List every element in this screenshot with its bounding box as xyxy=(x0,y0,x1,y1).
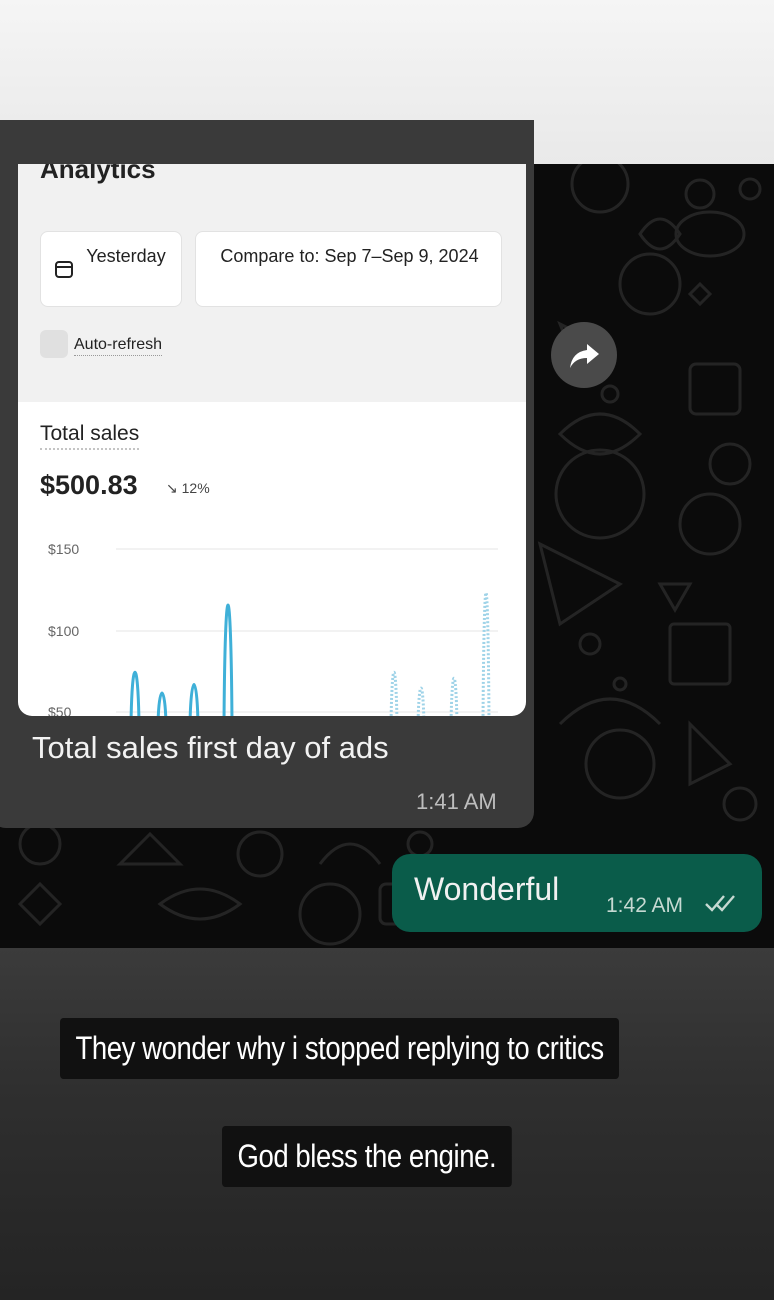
chart-spike-dotted xyxy=(481,591,491,716)
chart-y-tick-label: $100 xyxy=(48,623,79,639)
auto-refresh-label: Auto-refresh xyxy=(74,336,163,356)
auto-refresh-checkbox[interactable] xyxy=(40,330,68,358)
analytics-title: Analytics xyxy=(40,164,156,184)
chart-spike-solid xyxy=(222,603,234,716)
sales-change-badge: ↘ 12% xyxy=(166,480,210,496)
chart-y-tick-label: $50 xyxy=(48,704,72,716)
chart-spike-dotted xyxy=(449,676,459,716)
total-sales-value: $500.83 xyxy=(40,470,138,500)
story-caption-line1: They wonder why i stopped replying to cr… xyxy=(60,1018,620,1079)
calendar-icon xyxy=(55,261,73,278)
outgoing-timestamp: 1:42 AM xyxy=(606,894,684,917)
shared-screenshot[interactable]: Analytics Yesterday Compare to: Sep 7–Se… xyxy=(18,164,526,716)
total-sales-label: Total sales xyxy=(40,422,140,450)
date-range-button[interactable]: Yesterday xyxy=(40,231,182,307)
sales-chart: $150 $100 $50 xyxy=(48,541,498,716)
outgoing-text: Wonderful xyxy=(414,871,560,907)
story-caption-line2: God bless the engine. xyxy=(222,1126,512,1187)
incoming-timestamp: 1:41 AM xyxy=(416,789,497,814)
chart-spike-solid xyxy=(129,671,141,716)
date-range-label: Yesterday xyxy=(86,246,166,266)
story-overlay-area xyxy=(0,948,774,1300)
forward-arrow-icon xyxy=(570,344,599,368)
analytics-header: Analytics Yesterday Compare to: Sep 7–Se… xyxy=(18,164,526,402)
compare-button[interactable]: Compare to: Sep 7–Sep 9, 2024 xyxy=(195,231,502,307)
chart-y-tick-label: $150 xyxy=(48,541,79,557)
forward-button[interactable] xyxy=(551,322,617,388)
double-check-icon xyxy=(705,895,735,912)
outgoing-message-bubble[interactable]: Wonderful 1:42 AM xyxy=(392,854,762,932)
chart-spike-dotted xyxy=(389,670,399,716)
message-caption: Total sales first day of ads xyxy=(32,730,389,765)
compare-label: Compare to: Sep 7–Sep 9, 2024 xyxy=(220,246,479,266)
